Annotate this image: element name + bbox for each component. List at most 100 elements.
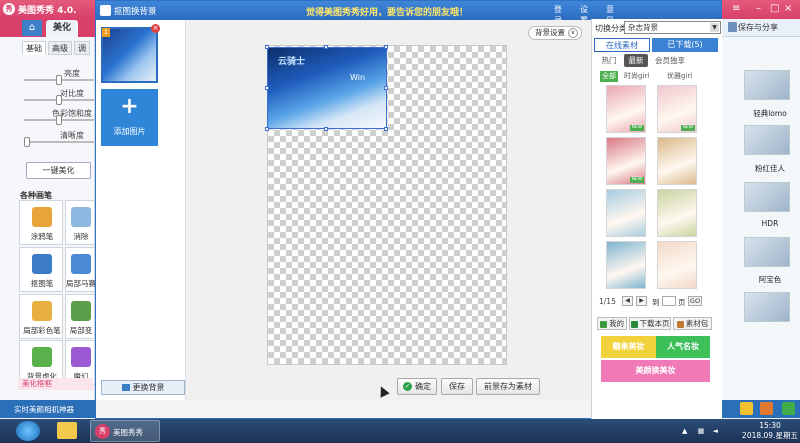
resize-handle[interactable] [384, 127, 388, 131]
next-page-icon[interactable]: ▶ [636, 296, 647, 306]
material-tile[interactable] [606, 189, 646, 237]
tab-meihua[interactable]: 美化 [46, 20, 78, 37]
remove-thumbnail-icon[interactable]: × [151, 24, 160, 33]
effect-thumb[interactable] [744, 292, 790, 322]
cutout-pen-icon [32, 254, 52, 274]
promo-beauty-makeup[interactable]: 美颜换美妆 [601, 360, 710, 382]
subfilter-all[interactable]: 全部 [600, 71, 618, 82]
subtab-advanced[interactable]: 高级 [48, 41, 72, 55]
bg-blur-icon [32, 347, 52, 367]
filter-vip[interactable]: 会员独享 [652, 54, 688, 67]
tool-cutout-pen[interactable]: 抠图笔 [19, 247, 63, 292]
tool-mosaic[interactable]: 局部马赛 [65, 247, 96, 292]
tool-color-pen[interactable]: 局部彩色笔 [19, 294, 63, 339]
subtab-basic[interactable]: 基础 [22, 41, 46, 55]
go-button[interactable]: GO [688, 296, 702, 306]
slider-brightness[interactable]: 亮度 [24, 68, 94, 86]
minimize-icon[interactable]: – [756, 3, 761, 14]
resize-handle[interactable] [384, 45, 388, 49]
material-tile[interactable] [606, 241, 646, 289]
material-tile[interactable] [657, 241, 697, 289]
one-click-beautify-button[interactable]: 一键美化 [26, 162, 91, 179]
save-button[interactable]: 保存 [441, 378, 473, 395]
page-input[interactable] [662, 296, 676, 306]
resize-handle[interactable] [265, 86, 269, 90]
plus-icon[interactable] [782, 402, 795, 415]
foreground-image-layer[interactable]: 云骑士 Win [267, 47, 387, 129]
new-badge: NEW [630, 177, 644, 183]
save-share-icon [728, 22, 737, 32]
menu-icon[interactable]: ≡ [732, 3, 740, 14]
taskbar-app-meitu[interactable]: 秀 美图秀秀 [90, 420, 160, 442]
subtab-more[interactable]: 调 [74, 41, 90, 55]
resize-handle[interactable] [265, 127, 269, 131]
promo-candy-makeup[interactable]: 糖果美妆 [601, 336, 656, 358]
prev-page-icon[interactable]: ◀ [622, 296, 633, 306]
filter-hot[interactable]: 热门 [598, 54, 620, 67]
maximize-icon[interactable]: □ [770, 3, 779, 14]
app-title: 美图秀秀 4.0. [18, 6, 77, 16]
effect-label: 粉红佳人 [755, 164, 785, 173]
slider-contrast[interactable]: 对比度 [24, 88, 94, 106]
star-icon[interactable] [740, 402, 753, 415]
slider-knob[interactable] [56, 95, 62, 105]
slider-knob[interactable] [56, 115, 62, 125]
effect-thumb[interactable] [744, 70, 790, 100]
tool-local-change[interactable]: 局部变 [65, 294, 95, 339]
material-tile[interactable] [657, 137, 697, 185]
material-tile[interactable]: NEW [606, 85, 646, 133]
material-tile[interactable]: NEW [606, 137, 646, 185]
add-picture-button[interactable]: + 添加图片 [101, 89, 158, 146]
plus-icon: + [120, 94, 139, 119]
tool-eraser[interactable]: 消除 [65, 200, 95, 245]
home-icon[interactable]: ⌂ [22, 20, 42, 36]
download-page-button[interactable]: 下载本页 [629, 317, 671, 330]
save-foreground-as-material-button[interactable]: 前景存为素材 [476, 378, 540, 395]
resize-handle[interactable] [324, 127, 328, 131]
ok-button[interactable]: ✓ 确定 [397, 378, 437, 395]
network-icon[interactable]: ▦ [698, 427, 705, 435]
volume-icon[interactable]: ◄ [712, 427, 717, 435]
start-button-icon[interactable] [16, 421, 40, 441]
my-materials-button[interactable]: 我的 [597, 317, 627, 330]
slider-sharpness[interactable]: 清晰度 [24, 130, 94, 148]
resize-handle[interactable] [265, 45, 269, 49]
effect-thumb[interactable] [744, 182, 790, 212]
save-share-button[interactable]: 保存与分享 [738, 22, 778, 33]
explorer-icon[interactable] [57, 422, 77, 439]
replace-background-button[interactable]: 更换背景 [101, 380, 185, 395]
promo-popular-makeup[interactable]: 人气名妆 [656, 336, 710, 358]
tab-online-materials[interactable]: 在线素材 [594, 38, 650, 52]
subfilter-fashion-girl[interactable]: 时尚girl [624, 71, 649, 82]
slider-knob[interactable] [56, 75, 62, 85]
effect-thumb[interactable] [744, 125, 790, 155]
tool-doodle-pen[interactable]: 涂鸦笔 [19, 200, 63, 245]
slider-saturation[interactable]: 色彩饱和度 [24, 108, 94, 126]
status-tip[interactable]: 实时美颜相机神器 [14, 404, 74, 415]
system-clock[interactable]: 15:30 2018.09.星期五 [742, 421, 798, 441]
tab-downloaded[interactable]: 已下载(5) [652, 38, 718, 52]
effect-thumb[interactable] [744, 237, 790, 267]
subfilter-elegant-girl[interactable]: 优雅girl [667, 71, 692, 82]
package-icon [676, 320, 684, 328]
tray-arrow-icon[interactable]: ▲ [682, 427, 687, 435]
check-icon: ✓ [403, 382, 412, 391]
dialog-banner[interactable]: 觉得美图秀秀好用，要告诉您的朋友哦！ [306, 5, 468, 18]
overlay-text: Win [350, 73, 366, 82]
background-settings-dropdown[interactable]: 背景设置 ∨ [528, 26, 582, 40]
category-select[interactable]: 杂志背景 ▼ [624, 21, 721, 34]
chevron-down-icon: ∨ [568, 28, 578, 38]
close-icon[interactable]: × [784, 3, 792, 14]
material-tile[interactable] [657, 189, 697, 237]
resize-handle[interactable] [384, 86, 388, 90]
filter-newest[interactable]: 最新 [624, 54, 648, 67]
ad-strip[interactable]: 美化框框 [18, 378, 93, 390]
slider-knob[interactable] [24, 137, 30, 147]
dropdown-arrow-icon: ▼ [710, 23, 719, 32]
dialog-titlebar: 抠图换背景 觉得美图秀秀好用，要告诉您的朋友哦！ 登录 设置 意见反馈 [96, 1, 721, 47]
material-tile[interactable]: NEW [657, 85, 697, 133]
resize-handle[interactable] [324, 45, 328, 49]
meitu-app-icon: 秀 [95, 424, 110, 439]
camera-icon[interactable] [760, 402, 773, 415]
material-pack-button[interactable]: 素材包 [673, 317, 712, 330]
